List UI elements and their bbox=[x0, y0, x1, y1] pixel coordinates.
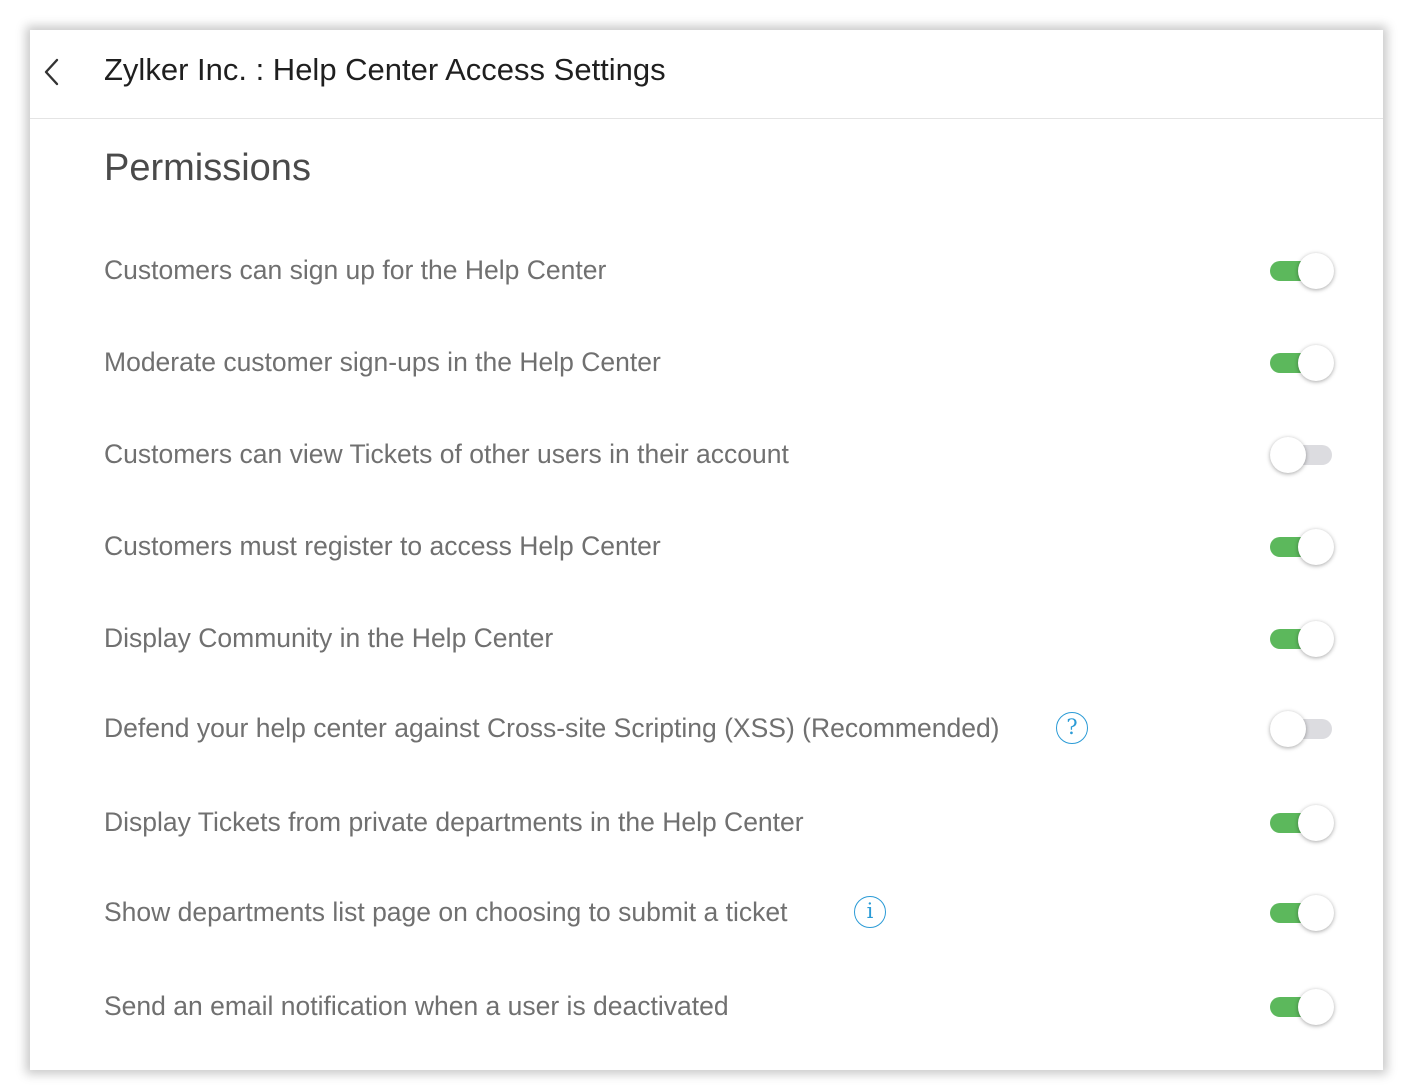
toggle-knob bbox=[1298, 895, 1334, 931]
permission-label: Defend your help center against Cross-si… bbox=[104, 713, 1000, 743]
permission-row: Moderate customer sign-ups in the Help C… bbox=[104, 340, 1334, 384]
permission-label: Display Tickets from private departments… bbox=[104, 807, 804, 837]
permission-label: Send an email notification when a user i… bbox=[104, 991, 729, 1021]
permission-label: Customers can view Tickets of other user… bbox=[104, 439, 789, 469]
permission-row: Show departments list page on choosing t… bbox=[104, 890, 1334, 934]
permission-row: Customers can view Tickets of other user… bbox=[104, 432, 1334, 476]
permission-row: Display Community in the Help Center bbox=[104, 616, 1334, 660]
help-question-icon[interactable]: ? bbox=[1056, 712, 1088, 744]
toggle-knob bbox=[1298, 989, 1334, 1025]
permission-row: Defend your help center against Cross-si… bbox=[104, 706, 1334, 750]
permission-label: Customers must register to access Help C… bbox=[104, 531, 661, 561]
permission-toggle[interactable] bbox=[1270, 711, 1334, 747]
permission-toggle[interactable] bbox=[1270, 437, 1334, 473]
toggle-knob bbox=[1298, 345, 1334, 381]
info-icon[interactable]: i bbox=[854, 896, 886, 928]
permission-toggle[interactable] bbox=[1270, 529, 1334, 565]
permission-label: Moderate customer sign-ups in the Help C… bbox=[104, 347, 661, 377]
permission-row: Display Tickets from private departments… bbox=[104, 800, 1334, 844]
permission-toggle[interactable] bbox=[1270, 621, 1334, 657]
toggle-knob bbox=[1298, 253, 1334, 289]
permissions-list: Customers can sign up for the Help Cente… bbox=[30, 30, 1383, 1070]
permission-row: Customers must register to access Help C… bbox=[104, 524, 1334, 568]
toggle-knob bbox=[1270, 711, 1306, 747]
permission-toggle[interactable] bbox=[1270, 989, 1334, 1025]
permission-row: Send an email notification when a user i… bbox=[104, 984, 1334, 1028]
settings-window: Zylker Inc. : Help Center Access Setting… bbox=[30, 30, 1383, 1070]
permission-toggle[interactable] bbox=[1270, 345, 1334, 381]
permission-toggle[interactable] bbox=[1270, 895, 1334, 931]
permission-toggle[interactable] bbox=[1270, 253, 1334, 289]
toggle-knob bbox=[1298, 529, 1334, 565]
permission-label: Show departments list page on choosing t… bbox=[104, 897, 788, 927]
toggle-knob bbox=[1298, 621, 1334, 657]
toggle-knob bbox=[1270, 437, 1306, 473]
permission-label: Customers can sign up for the Help Cente… bbox=[104, 255, 607, 285]
toggle-knob bbox=[1298, 805, 1334, 841]
permission-row: Customers can sign up for the Help Cente… bbox=[104, 248, 1334, 292]
permission-toggle[interactable] bbox=[1270, 805, 1334, 841]
permission-label: Display Community in the Help Center bbox=[104, 623, 554, 653]
